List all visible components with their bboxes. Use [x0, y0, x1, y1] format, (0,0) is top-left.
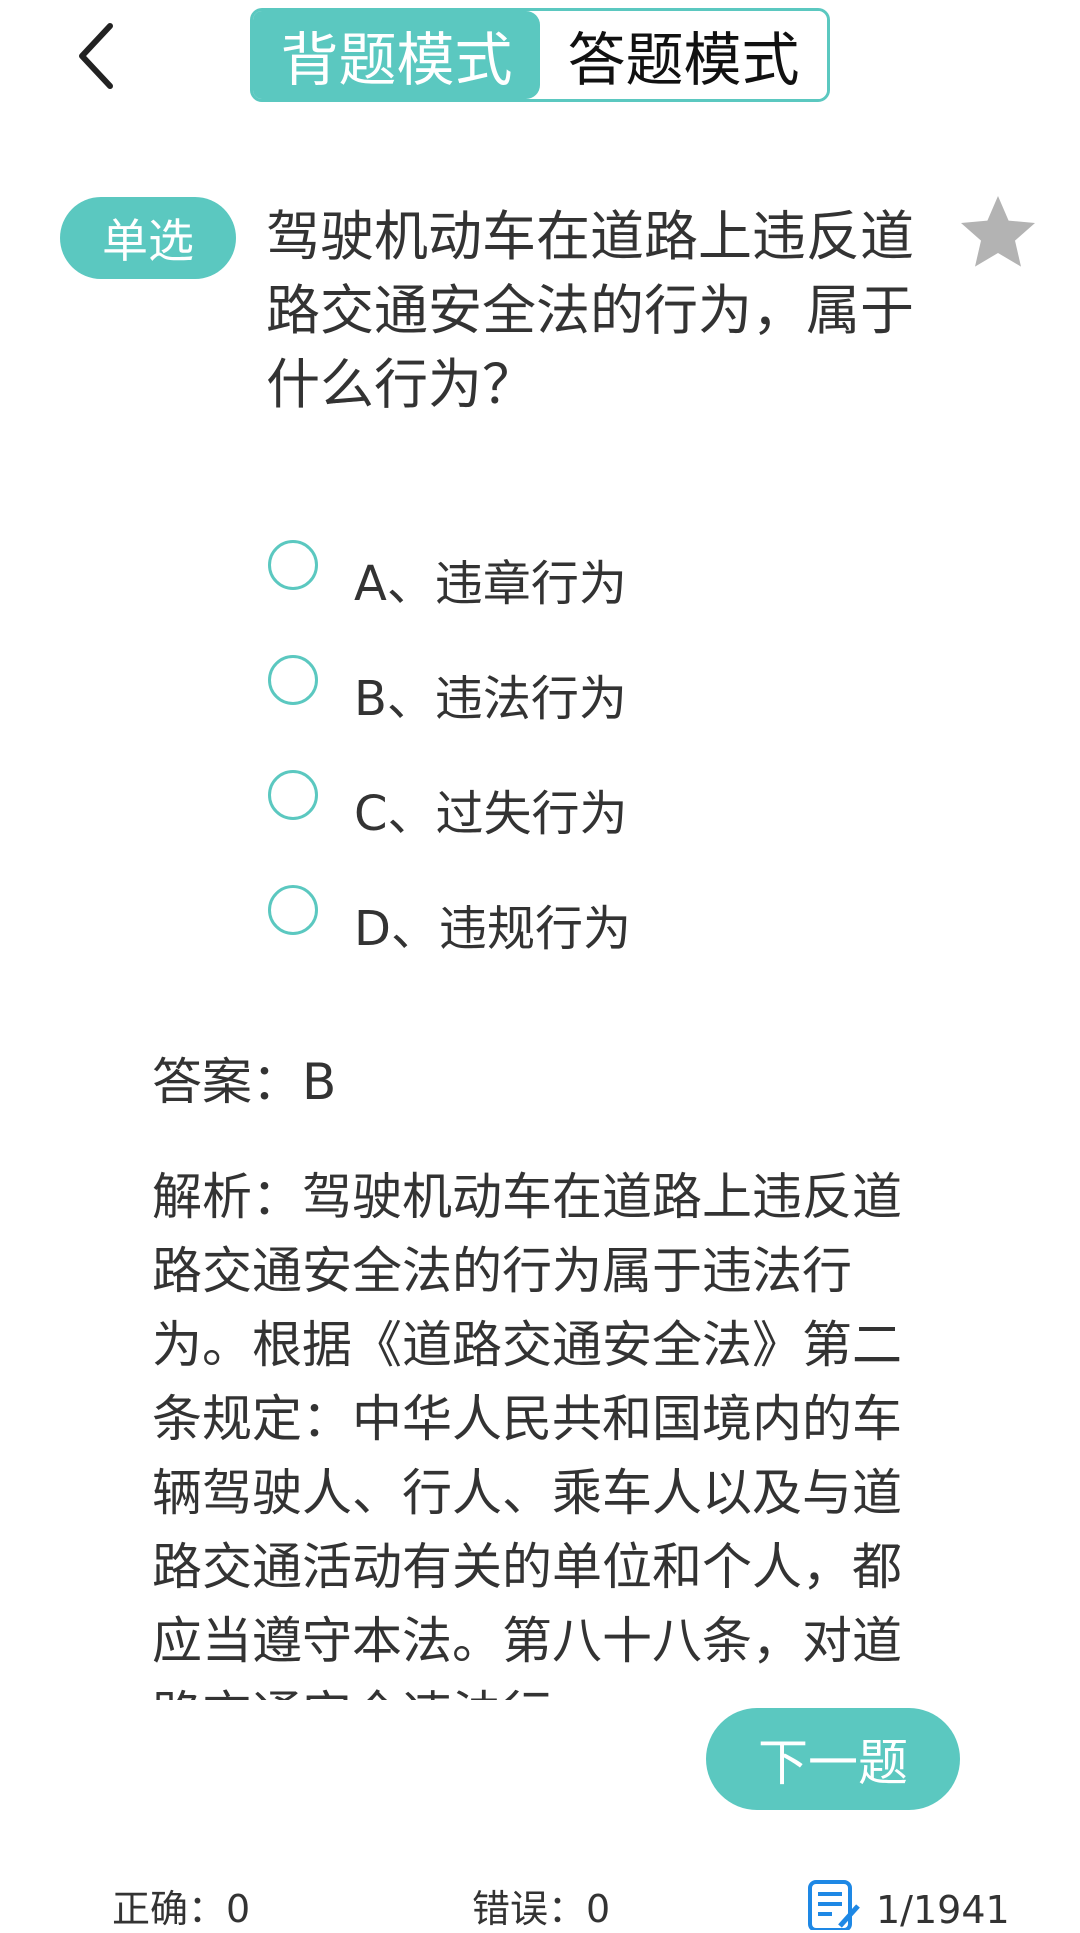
option-a[interactable]: A、违章行为 — [268, 540, 631, 655]
analysis-text: 解析：驾驶机动车在道路上违反道路交通安全法的行为属于违法行为。根据《道路交通安全… — [152, 1168, 902, 1700]
star-icon — [961, 196, 1035, 267]
next-question-button[interactable]: 下一题 — [706, 1708, 960, 1810]
back-button[interactable] — [66, 20, 130, 92]
option-label: A、违章行为 — [354, 556, 627, 612]
option-c[interactable]: C、过失行为 — [268, 770, 631, 885]
option-b[interactable]: B、违法行为 — [268, 655, 631, 770]
footer-bar: 正确：0 错误：0 1/1941 — [0, 1868, 1080, 1932]
radio-button-d[interactable] — [268, 885, 318, 935]
answer-text: 答案：B — [152, 1053, 337, 1111]
option-d[interactable]: D、违规行为 — [268, 885, 631, 1000]
analysis-scroll-area[interactable]: 解析：驾驶机动车在道路上违反道路交通安全法的行为属于违法行为。根据《道路交通安全… — [152, 1160, 932, 1700]
option-label: D、违规行为 — [354, 901, 631, 957]
question-text: 驾驶机动车在道路上违反道路交通安全法的行为，属于什么行为？ — [266, 205, 914, 416]
wrong-count: 错误：0 — [472, 1887, 611, 1931]
radio-button-a[interactable] — [268, 540, 318, 590]
mode-switch: 背题模式 答题模式 — [250, 8, 830, 102]
answer-sheet-icon — [808, 1880, 860, 1930]
answer-sheet-button[interactable]: 1/1941 — [806, 1878, 1010, 1932]
radio-button-c[interactable] — [268, 770, 318, 820]
option-label: C、过失行为 — [354, 786, 628, 842]
question-type-badge: 单选 — [60, 197, 236, 279]
tab-study-mode[interactable]: 背题模式 — [253, 11, 540, 99]
option-label: B、违法行为 — [354, 671, 627, 727]
radio-button-b[interactable] — [268, 655, 318, 705]
correct-count: 正确：0 — [112, 1887, 251, 1931]
favorite-button[interactable] — [958, 192, 1038, 272]
progress-indicator: 1/1941 — [876, 1888, 1010, 1932]
chevron-left-icon — [79, 23, 113, 89]
options-list: A、违章行为 B、违法行为 C、过失行为 D、违规行为 — [268, 540, 631, 1000]
tab-answer-mode[interactable]: 答题模式 — [540, 11, 827, 99]
